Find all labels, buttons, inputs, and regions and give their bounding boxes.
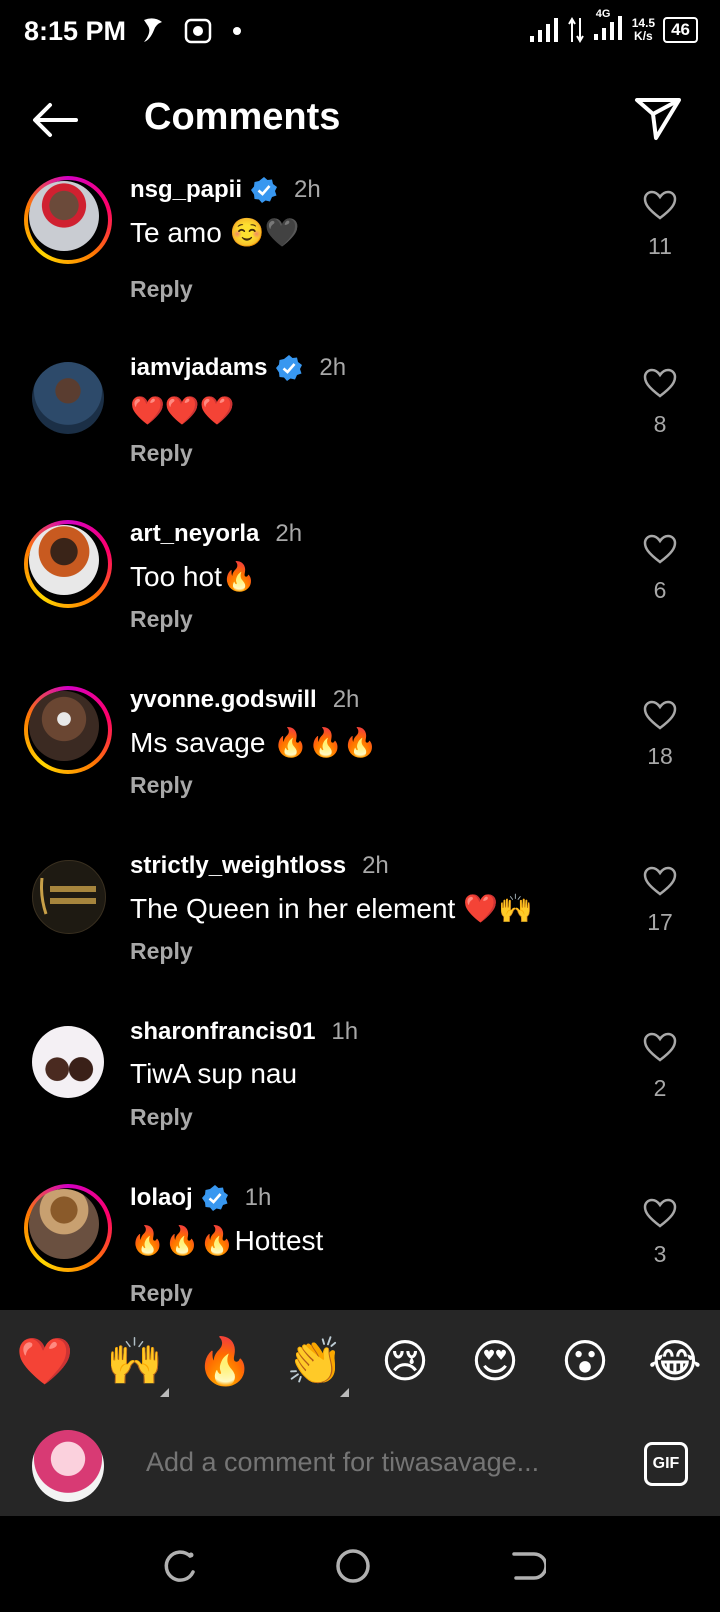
heart-icon[interactable] [643,866,677,896]
signal-icon [529,17,558,42]
skin-tone-indicator-icon [340,1388,349,1397]
avatar[interactable] [24,686,112,774]
comment-text: TiwA sup nau [130,1058,298,1089]
header: Comments [0,78,720,162]
comment-time: 2h [294,176,321,203]
app-notification-icon [144,18,162,42]
comment-text: 🔥🔥🔥Hottest [130,1225,324,1256]
heart-icon[interactable] [643,534,677,564]
back-arrow-icon[interactable] [30,100,80,140]
avatar[interactable] [24,1018,112,1106]
comment-text: The Queen in her element ❤️🙌 [130,893,533,924]
home-icon[interactable] [333,1546,373,1586]
like-button[interactable]: 3 [638,1198,682,1268]
avatar[interactable] [24,354,112,442]
like-button[interactable]: 17 [638,866,682,936]
share-send-icon[interactable] [634,96,682,142]
like-count: 11 [648,233,672,259]
heart-icon[interactable] [643,1032,677,1062]
emoji-fire-button[interactable]: 🔥 [190,1334,260,1389]
comment-username[interactable]: sharonfrancis01 [130,1018,315,1046]
brand-logo-icon [40,877,96,915]
emoji-laugh-button[interactable]: 😂 [640,1334,710,1388]
heart-icon[interactable] [643,368,677,398]
comment-input[interactable] [144,1446,568,1479]
emoji-cry-button[interactable]: 😢 [370,1334,440,1388]
notification-dot-icon [233,27,241,35]
comment-time: 2h [275,520,303,547]
system-nav-bar [0,1516,720,1612]
like-button[interactable]: 18 [638,700,682,770]
comment-text: Ms savage 🔥🔥🔥 [130,727,378,758]
comment-time: 2h [332,686,360,713]
like-count: 17 [647,909,673,935]
like-button[interactable]: 11 [638,190,682,260]
heart-icon[interactable] [643,1198,677,1228]
like-count: 18 [647,743,673,769]
emoji-clap-button[interactable]: 👏 [280,1334,350,1389]
heart-icon[interactable] [643,190,677,220]
like-button[interactable]: 2 [638,1032,682,1102]
like-count: 3 [653,1241,667,1267]
comment-username[interactable]: yvonne.godswill [130,686,317,714]
comment-time: 1h [244,1184,272,1211]
page-title: Comments [144,96,341,138]
comment-text: Too hot🔥 [130,561,257,592]
current-user-avatar [32,1430,104,1502]
comment-time: 1h [331,1018,359,1045]
avatar[interactable] [24,1184,112,1272]
data-arrows-icon [567,16,584,43]
network-speed: 14.5 K/s [631,15,656,43]
comment-text: Te amo ☺️🖤 [130,217,300,248]
like-count: 2 [653,1075,667,1101]
like-count: 8 [653,411,667,437]
recents-icon[interactable] [160,1546,200,1586]
news-notification-icon [184,18,212,44]
avatar[interactable] [24,520,112,608]
reply-button[interactable]: Reply [130,276,193,303]
verified-badge-icon [276,355,303,381]
gif-button[interactable]: GIF [644,1442,688,1486]
heart-icon[interactable] [643,700,677,730]
reply-button[interactable]: Reply [130,1104,193,1131]
avatar[interactable] [24,852,112,940]
reply-button[interactable]: Reply [130,606,193,633]
like-button[interactable]: 6 [638,534,682,604]
comment-username[interactable]: nsg_papii [130,176,242,204]
comment-username[interactable]: iamvjadams [130,354,267,382]
reply-button[interactable]: Reply [130,938,193,965]
verified-badge-icon [201,1185,228,1211]
network-type: 4G [595,8,611,20]
status-bar: 8:15 PM 4G 14.5 K/s 46 [0,0,720,64]
comment-username[interactable]: strictly_weightloss [130,852,346,880]
like-count: 6 [653,577,667,603]
emoji-quick-bar: ❤️ 🙌 🔥 👏 😢 😍 😮 😂 [0,1310,720,1418]
reply-button[interactable]: Reply [130,772,193,799]
comment-username[interactable]: art_neyorla [130,520,259,548]
skin-tone-indicator-icon [160,1388,169,1397]
back-nav-icon[interactable] [506,1546,546,1586]
comment-time: 2h [362,852,389,879]
avatar[interactable] [24,176,112,264]
battery-indicator: 46 [663,16,698,43]
emoji-heart-button[interactable]: ❤️ [10,1334,80,1389]
reply-button[interactable]: Reply [130,440,193,467]
emoji-raised-hands-button[interactable]: 🙌 [100,1334,170,1389]
comment-composer: GIF [0,1418,720,1516]
verified-badge-icon [251,177,278,203]
comment-text: ❤️❤️❤️ [130,395,235,426]
like-button[interactable]: 8 [638,368,682,438]
comment-time: 2h [319,354,347,381]
status-time: 8:15 PM [24,16,127,46]
emoji-surprised-button[interactable]: 😮 [550,1334,620,1388]
emoji-heart-eyes-button[interactable]: 😍 [460,1334,530,1388]
reply-button[interactable]: Reply [130,1280,193,1307]
comment-username[interactable]: lolaoj [130,1184,193,1212]
